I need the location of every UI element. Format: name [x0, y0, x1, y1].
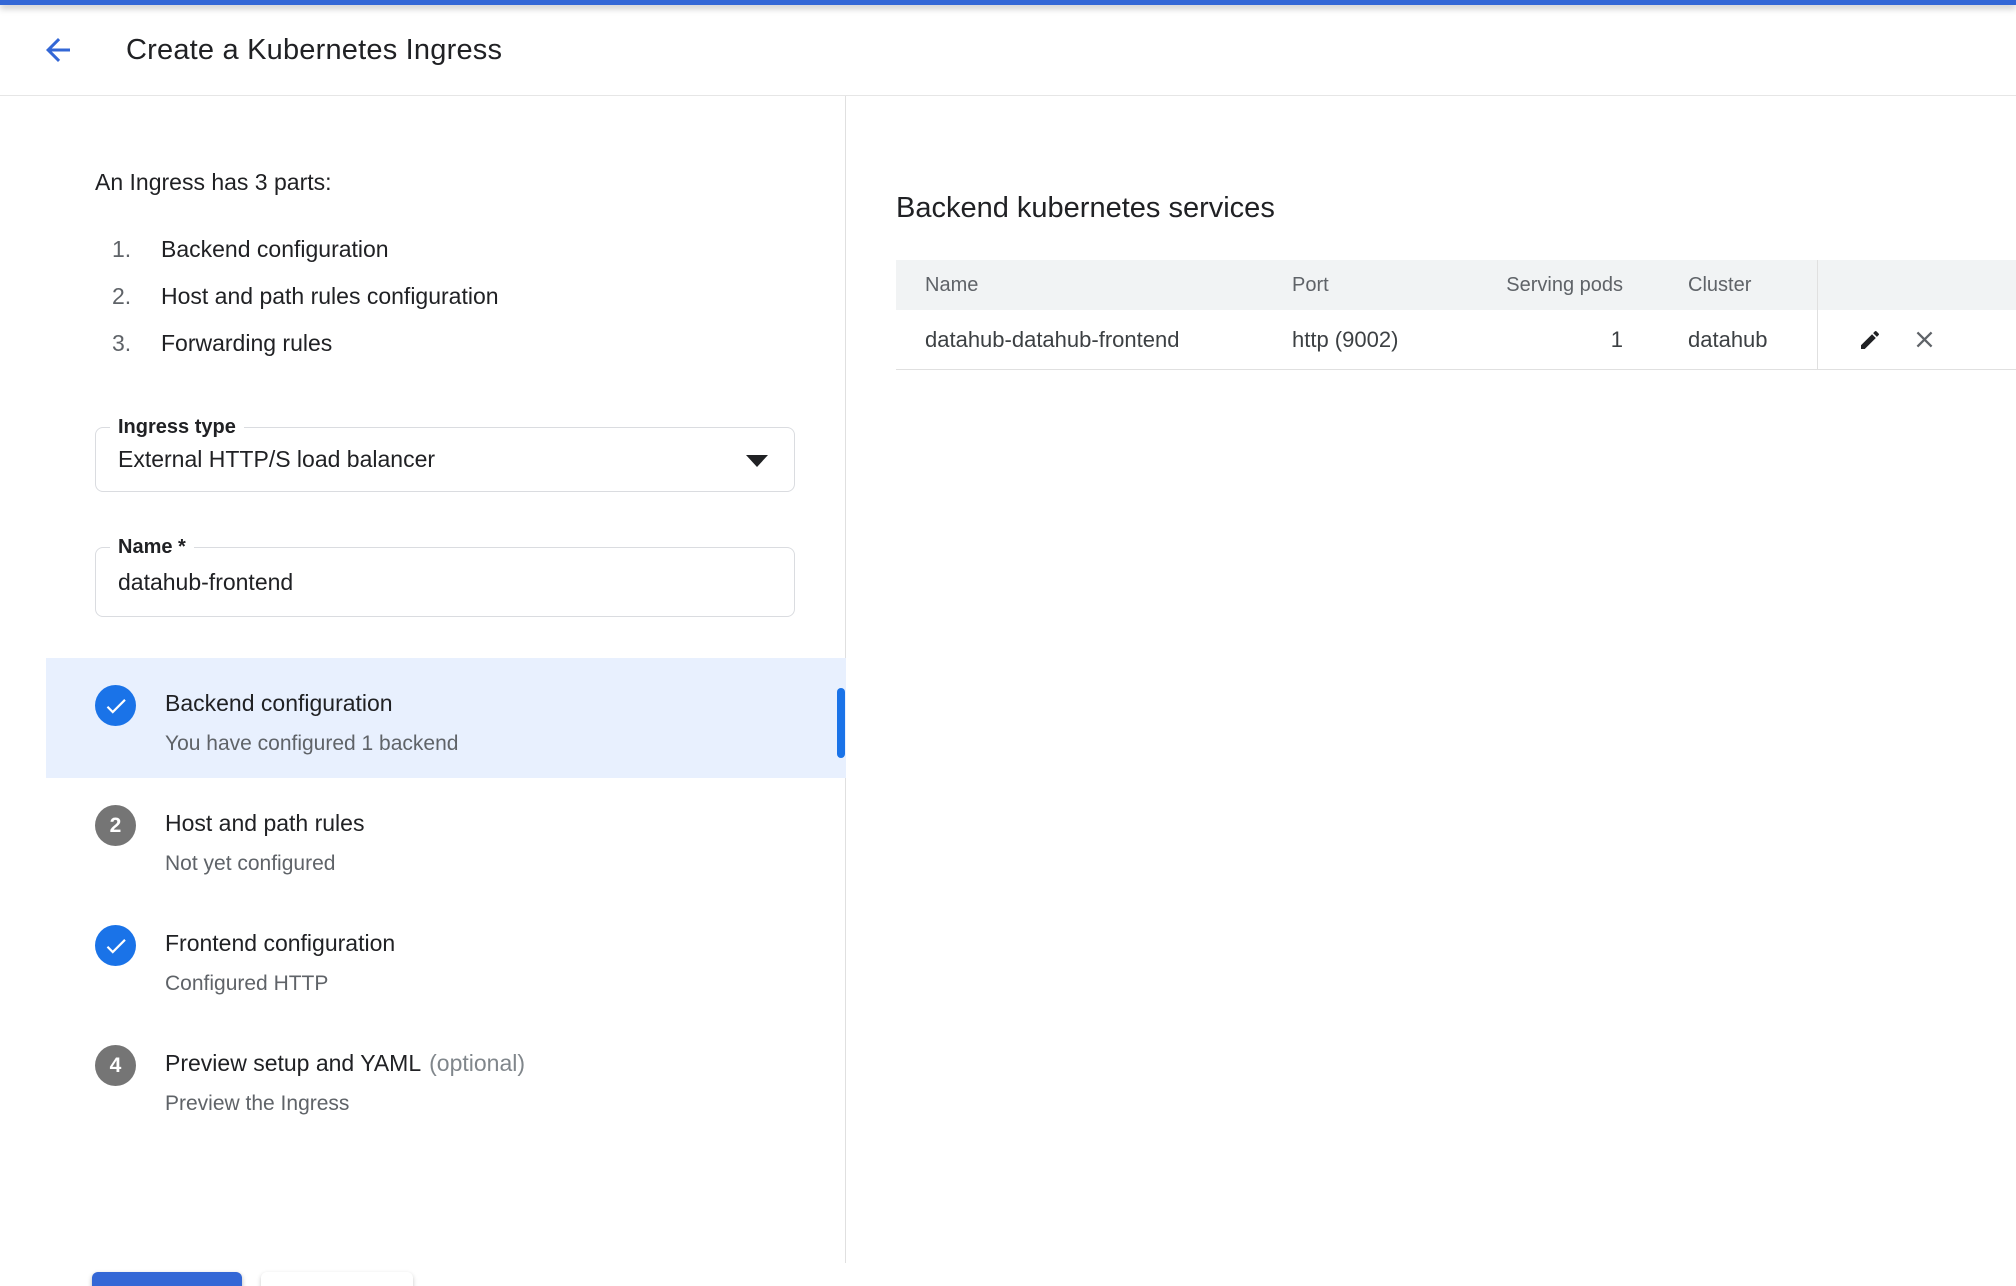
list-item-number: 3.	[112, 330, 145, 357]
column-header-port: Port	[1262, 274, 1452, 297]
step-title: Host and path rules	[165, 808, 364, 838]
column-header-cluster: Cluster	[1648, 274, 1817, 297]
list-item-number: 1.	[112, 236, 145, 263]
list-item: 1. Backend configuration	[95, 226, 745, 273]
pencil-icon	[1858, 328, 1882, 352]
list-item: 3. Forwarding rules	[95, 320, 745, 367]
ingress-form-panel: An Ingress has 3 parts: 1. Backend confi…	[0, 96, 846, 1263]
create-ingress-screen: Create a Kubernetes Ingress An Ingress h…	[0, 0, 2016, 1286]
edit-backend-button[interactable]	[1848, 318, 1892, 362]
list-item-label: Forwarding rules	[161, 330, 332, 357]
step-backend-configuration[interactable]: Backend configuration You have configure…	[46, 658, 846, 778]
cancel-button[interactable]: CANCEL	[261, 1272, 413, 1286]
top-app-bar-edge	[0, 0, 2016, 5]
cell-actions	[1817, 310, 2016, 369]
step-frontend-configuration[interactable]: Frontend configuration Configured HTTP	[46, 898, 846, 1018]
step-number-badge: 2	[95, 805, 136, 846]
list-item-label: Backend configuration	[161, 236, 389, 263]
ingress-type-value: External HTTP/S load balancer	[118, 428, 435, 491]
step-host-and-path-rules[interactable]: 2 Host and path rules Not yet configured	[46, 778, 846, 898]
left-panel-scrollbar-thumb[interactable]	[837, 688, 845, 758]
list-item-number: 2.	[112, 283, 145, 310]
remove-backend-button[interactable]	[1902, 318, 1946, 362]
step-title: Backend configuration	[165, 688, 393, 718]
check-circle-icon	[95, 685, 136, 726]
page-title: Create a Kubernetes Ingress	[126, 34, 502, 67]
step-number-badge: 4	[95, 1045, 136, 1086]
intro-heading: An Ingress has 3 parts:	[95, 166, 745, 198]
step-title: Frontend configuration	[165, 928, 395, 958]
step-subtitle: Configured HTTP	[165, 970, 328, 998]
backend-services-heading: Backend kubernetes services	[896, 192, 1275, 225]
step-subtitle: Not yet configured	[165, 850, 335, 878]
name-field: Name *	[95, 547, 795, 617]
column-header-serving-pods: Serving pods	[1452, 274, 1648, 297]
cell-serving-pods: 1	[1452, 327, 1648, 353]
steps-list: Backend configuration You have configure…	[46, 658, 846, 1138]
page-header: Create a Kubernetes Ingress	[0, 5, 2016, 96]
backend-services-table: Name Port Serving pods Cluster datahub-d…	[896, 260, 2016, 370]
ingress-type-select[interactable]: Ingress type External HTTP/S load balanc…	[95, 427, 795, 492]
dropdown-arrow-icon	[746, 455, 768, 467]
list-item: 2. Host and path rules configuration	[95, 273, 745, 320]
cell-cluster: datahub	[1648, 327, 1817, 353]
close-icon	[1911, 326, 1938, 353]
cell-port: http (9002)	[1262, 327, 1452, 353]
name-input[interactable]	[118, 548, 772, 616]
arrow-back-icon	[40, 32, 76, 68]
check-circle-icon	[95, 925, 136, 966]
column-header-actions	[1817, 260, 2016, 310]
optional-label: (optional)	[429, 1050, 525, 1076]
intro-list: 1. Backend configuration 2. Host and pat…	[95, 226, 745, 367]
create-button[interactable]: CREATE	[92, 1272, 242, 1286]
table-row: datahub-datahub-frontend http (9002) 1 d…	[896, 310, 2016, 370]
list-item-label: Host and path rules configuration	[161, 283, 499, 310]
backend-services-panel: Backend kubernetes services Name Port Se…	[847, 96, 2016, 1286]
step-subtitle: Preview the Ingress	[165, 1090, 349, 1118]
step-subtitle: You have configured 1 backend	[165, 730, 458, 758]
step-title: Preview setup and YAML(optional)	[165, 1048, 525, 1078]
step-preview-setup-yaml[interactable]: 4 Preview setup and YAML(optional) Previ…	[46, 1018, 846, 1138]
intro-section: An Ingress has 3 parts: 1. Backend confi…	[95, 166, 745, 367]
back-button[interactable]	[34, 26, 82, 74]
table-header-row: Name Port Serving pods Cluster	[896, 260, 2016, 310]
column-header-name: Name	[896, 274, 1262, 297]
cell-service-name: datahub-datahub-frontend	[896, 327, 1262, 353]
